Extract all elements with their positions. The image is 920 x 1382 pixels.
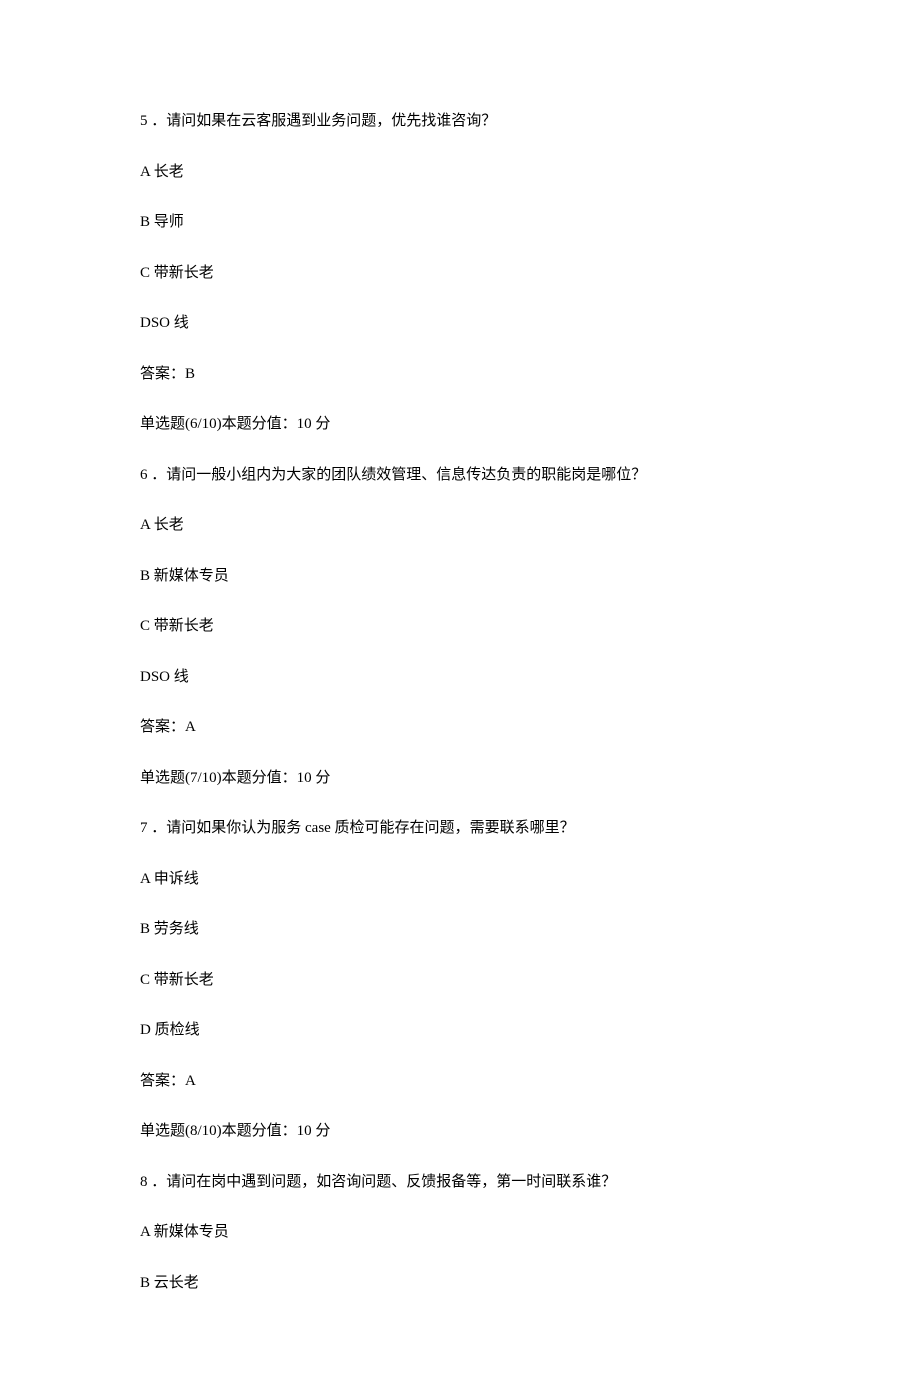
option-b: B 云长老: [140, 1272, 780, 1295]
answer: 答案：B: [140, 363, 780, 386]
question-line: 6 ．请问一般小组内为大家的团队绩效管理、信息传达负责的职能岗是哪位？: [140, 464, 780, 487]
question-line: 5 ．请问如果在云客服遇到业务问题，优先找谁咨询？: [140, 110, 780, 133]
option-c: C 带新长老: [140, 969, 780, 992]
question-text: ．请问在岗中遇到问题，如咨询问题、反馈报备等，第一时间联系谁？: [151, 1174, 616, 1190]
question-number: 6: [140, 464, 148, 487]
option-a: A 新媒体专员: [140, 1221, 780, 1244]
question-header: 单选题(8/10)本题分值：10 分: [140, 1120, 780, 1143]
question-text: ．请问如果你认为服务 case 质检可能存在问题，需要联系哪里？: [151, 820, 574, 836]
question-header: 单选题(6/10)本题分值：10 分: [140, 413, 780, 436]
option-d: DSO 线: [140, 666, 780, 689]
option-a: A 申诉线: [140, 868, 780, 891]
option-b: B 导师: [140, 211, 780, 234]
question-text: ．请问一般小组内为大家的团队绩效管理、信息传达负责的职能岗是哪位？: [151, 467, 646, 483]
document-page: 5 ．请问如果在云客服遇到业务问题，优先找谁咨询？ A 长老 B 导师 C 带新…: [0, 0, 920, 1382]
question-number: 5: [140, 110, 148, 133]
answer: 答案：A: [140, 716, 780, 739]
option-a: A 长老: [140, 514, 780, 537]
question-number: 8: [140, 1171, 148, 1194]
option-c: C 带新长老: [140, 615, 780, 638]
option-b: B 新媒体专员: [140, 565, 780, 588]
option-c: C 带新长老: [140, 262, 780, 285]
question-number: 7: [140, 817, 148, 840]
option-a: A 长老: [140, 161, 780, 184]
option-d: DSO 线: [140, 312, 780, 335]
question-line: 7 ．请问如果你认为服务 case 质检可能存在问题，需要联系哪里？: [140, 817, 780, 840]
question-header: 单选题(7/10)本题分值：10 分: [140, 767, 780, 790]
option-b: B 劳务线: [140, 918, 780, 941]
option-d: D 质检线: [140, 1019, 780, 1042]
answer: 答案：A: [140, 1070, 780, 1093]
question-line: 8 ．请问在岗中遇到问题，如咨询问题、反馈报备等，第一时间联系谁？: [140, 1171, 780, 1194]
question-text: ．请问如果在云客服遇到业务问题，优先找谁咨询？: [151, 113, 496, 129]
